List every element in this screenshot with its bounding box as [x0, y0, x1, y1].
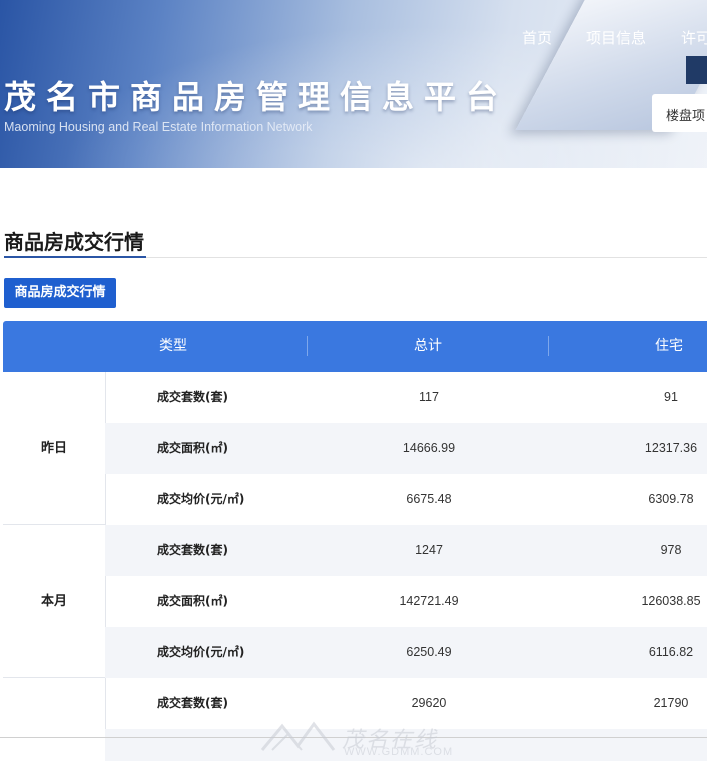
row-total: 14666.99	[402, 441, 456, 455]
section-title-underline	[4, 256, 146, 258]
watermark-url: WWW.GDMM.COM	[344, 746, 454, 758]
banner-building-window	[686, 56, 707, 84]
row-label: 成交均价(元/㎡)	[157, 492, 245, 506]
section-title: 商品房成交行情	[4, 230, 144, 254]
row-residential: 126038.85	[641, 594, 701, 608]
row-total: 142721.49	[399, 594, 459, 608]
row-total: 1247	[415, 543, 443, 557]
row-residential: 6309.78	[648, 492, 694, 506]
site-subtitle: Maoming Housing and Real Estate Informat…	[4, 120, 313, 134]
table-header: 类型 总计 住宅	[3, 321, 707, 372]
table-row: 成交均价(元/㎡) 6675.48 6309.78	[105, 474, 707, 525]
row-residential: 978	[660, 543, 682, 557]
nav-item-home[interactable]: 首页	[522, 27, 552, 48]
header-residential: 住宅	[655, 338, 683, 354]
row-total: 6250.49	[406, 645, 452, 659]
row-label: 成交面积(㎡)	[157, 441, 228, 455]
row-residential: 12317.36	[644, 441, 698, 455]
site-title: 茂名市商品房管理信息平台	[4, 78, 509, 116]
group-yesterday: 昨日	[3, 372, 106, 525]
row-label: 成交套数(套)	[157, 543, 228, 557]
table-row: 成交面积(㎡) 142721.49 126038.85	[105, 576, 707, 627]
row-label: 成交均价(元/㎡)	[157, 645, 245, 659]
row-residential: 21790	[653, 696, 689, 710]
nav-item-permits[interactable]: 许可	[681, 27, 707, 48]
row-total: 6675.48	[406, 492, 452, 506]
tab-sales-market[interactable]: 商品房成交行情	[4, 278, 116, 308]
group-this-month: 本月	[3, 525, 106, 678]
project-search-input[interactable]: 楼盘项	[652, 94, 707, 132]
header-type: 类型	[159, 338, 187, 354]
row-label: 成交套数(套)	[157, 390, 228, 404]
row-residential: 91	[664, 390, 678, 404]
table-row: 成交套数(套) 1247 978	[105, 525, 707, 576]
row-label: 成交面积(㎡)	[157, 594, 228, 608]
nav-item-projects[interactable]: 项目信息	[586, 27, 646, 48]
row-residential: 6116.82	[648, 645, 694, 659]
watermark-logo-icon	[260, 721, 336, 751]
row-label: 成交套数(套)	[157, 696, 228, 710]
table-row: 成交均价(元/㎡) 6250.49 6116.82	[105, 627, 707, 678]
site-watermark: 茂名在线 WWW.GDMM.COM	[258, 716, 458, 760]
table-row: 成交套数(套) 117 91	[105, 372, 707, 423]
header-banner: 首页 项目信息 许可 茂名市商品房管理信息平台 Maoming Housing …	[0, 0, 707, 168]
header-total: 总计	[414, 338, 442, 354]
table-row: 成交面积(㎡) 14666.99 12317.36	[105, 423, 707, 474]
row-total: 117	[419, 390, 439, 404]
group-third	[3, 678, 106, 761]
top-nav: 首页 项目信息 许可	[0, 27, 707, 47]
